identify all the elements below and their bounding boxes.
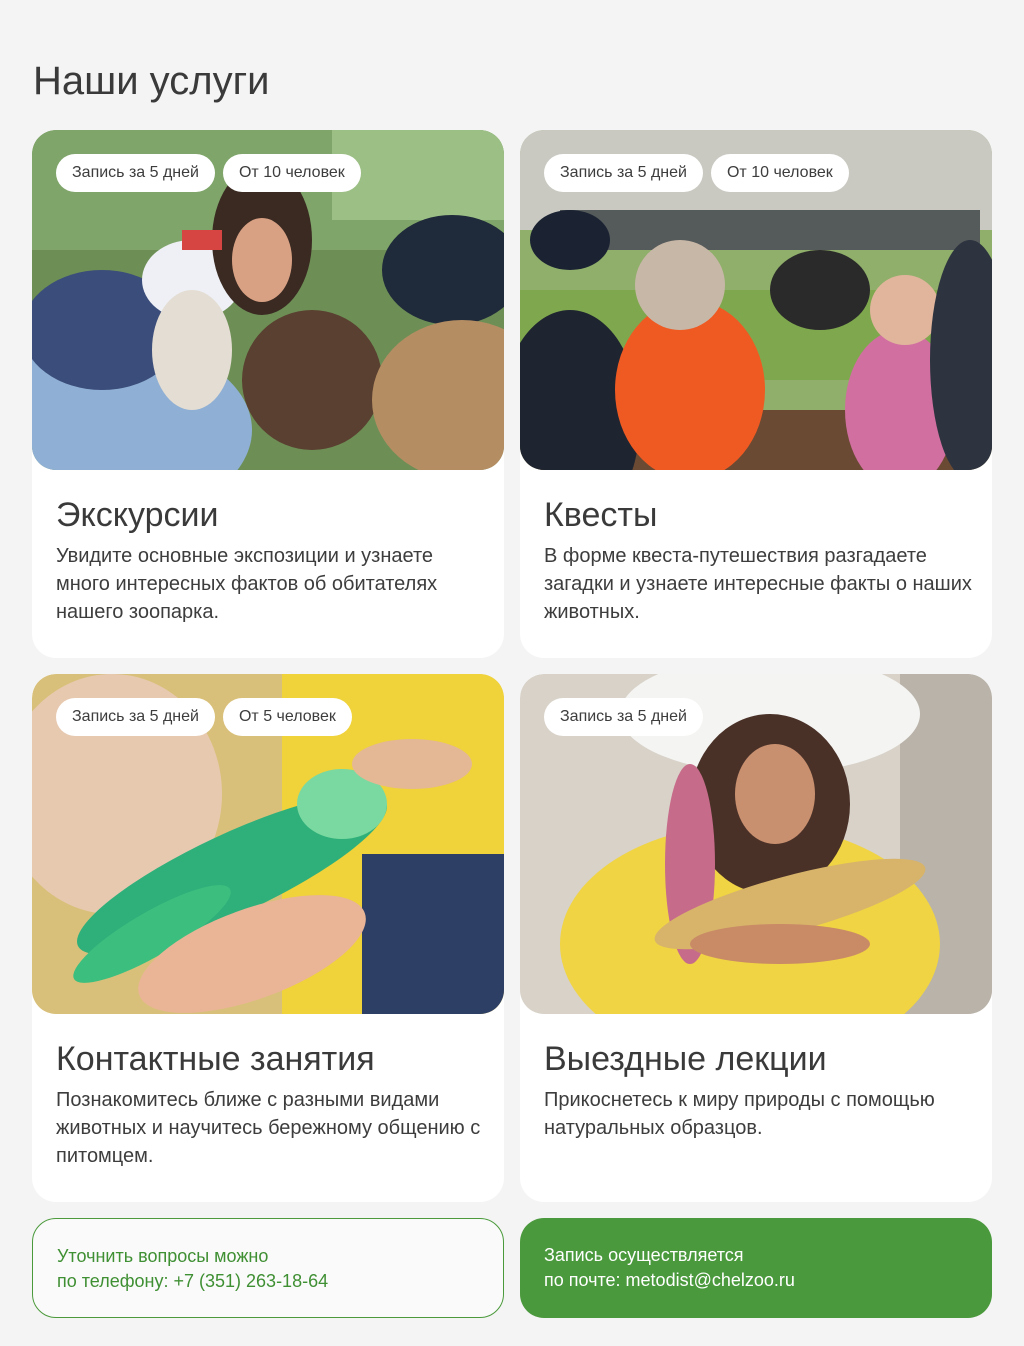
email-contact-box[interactable]: Запись осуществляется по почте: metodist… bbox=[520, 1218, 992, 1318]
service-card-excursions[interactable]: Запись за 5 дней От 10 человек Экскурсии… bbox=[32, 130, 504, 658]
card-description: Увидите основные экспозиции и узнаете мн… bbox=[56, 545, 438, 623]
phone-contact-box[interactable]: Уточнить вопросы можно по телефону: +7 (… bbox=[32, 1218, 504, 1318]
service-card-contact-classes[interactable]: Запись за 5 дней От 5 человек Контактные… bbox=[32, 674, 504, 1202]
tag-group-size: От 10 человек bbox=[222, 154, 361, 192]
email-contact-line2[interactable]: по почте: metodist@chelzoo.ru bbox=[544, 1268, 968, 1293]
card-title: Экскурсии bbox=[56, 496, 219, 534]
lectures-photo: Запись за 5 дней bbox=[520, 674, 992, 1014]
tag-booking: Запись за 5 дней bbox=[56, 698, 215, 736]
card-description: Прикоснетесь к миру природы с помощью на… bbox=[544, 1089, 935, 1139]
tag-group-size: От 10 человек bbox=[710, 154, 849, 192]
phone-contact-line2[interactable]: по телефону: +7 (351) 263-18-64 bbox=[57, 1269, 479, 1294]
phone-contact-line1: Уточнить вопросы можно bbox=[57, 1246, 269, 1266]
email-contact-line1: Запись осуществляется bbox=[544, 1245, 744, 1265]
lectures-tags: Запись за 5 дней bbox=[544, 698, 703, 736]
contact-classes-photo: Запись за 5 дней От 5 человек bbox=[32, 674, 504, 1014]
service-card-quests[interactable]: Запись за 5 дней От 10 человек Квесты В … bbox=[520, 130, 992, 658]
excursions-photo: Запись за 5 дней От 10 человек bbox=[32, 130, 504, 470]
card-description: В форме квеста-путешествия разгадаете за… bbox=[544, 545, 972, 623]
service-card-lectures[interactable]: Запись за 5 дней Выездные лекции Прикосн… bbox=[520, 674, 992, 1202]
contact-classes-tags: Запись за 5 дней От 5 человек bbox=[56, 698, 352, 736]
tag-booking: Запись за 5 дней bbox=[544, 154, 703, 192]
quests-tags: Запись за 5 дней От 10 человек bbox=[544, 154, 849, 192]
card-title: Контактные занятия bbox=[56, 1040, 375, 1078]
excursions-tags: Запись за 5 дней От 10 человек bbox=[56, 154, 361, 192]
services-grid: Запись за 5 дней От 10 человек Экскурсии… bbox=[32, 130, 992, 1202]
quests-photo: Запись за 5 дней От 10 человек bbox=[520, 130, 992, 470]
card-description: Познакомитесь ближе с разными видами жив… bbox=[56, 1089, 481, 1167]
tag-booking: Запись за 5 дней bbox=[544, 698, 703, 736]
card-title: Квесты bbox=[544, 496, 658, 534]
tag-booking: Запись за 5 дней bbox=[56, 154, 215, 192]
card-title: Выездные лекции bbox=[544, 1040, 827, 1078]
page-title: Наши услуги bbox=[33, 59, 270, 103]
tag-group-size: От 5 человек bbox=[222, 698, 352, 736]
